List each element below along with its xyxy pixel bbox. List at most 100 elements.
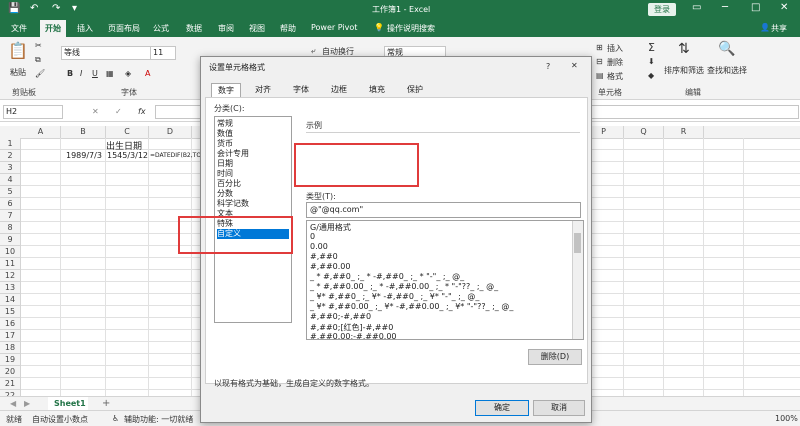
ok-button[interactable]: 确定 xyxy=(475,400,529,416)
underline-button[interactable]: U xyxy=(92,69,98,78)
font-color-icon[interactable]: A xyxy=(145,69,150,78)
delete-cells-button[interactable]: 删除 xyxy=(607,57,623,68)
cut-icon[interactable]: ✂ xyxy=(35,41,42,50)
delete-format-button[interactable]: 删除(D) xyxy=(528,349,582,365)
category-item-time[interactable]: 时间 xyxy=(217,169,289,179)
category-item-date[interactable]: 日期 xyxy=(217,159,289,169)
column-header-d[interactable]: D xyxy=(149,126,192,139)
format-item[interactable]: G/通用格式 xyxy=(310,222,351,233)
cancel-icon[interactable]: ✕ xyxy=(92,107,99,116)
bold-button[interactable]: B xyxy=(67,69,73,78)
login-button[interactable]: 登录 xyxy=(648,3,676,16)
tab-page-layout[interactable]: 页面布局 xyxy=(108,23,140,34)
cell-b2[interactable]: 1989/7/3 xyxy=(66,151,102,160)
format-item[interactable]: #,##0 xyxy=(310,252,338,261)
format-item[interactable]: _ ¥* #,##0_ ;_ ¥* -#,##0_ ;_ ¥* "-"_ ;_ … xyxy=(310,292,479,301)
insert-cells-icon[interactable]: ⊞ xyxy=(596,43,603,52)
column-header-q[interactable]: Q xyxy=(624,126,664,139)
paste-icon[interactable]: 📋 xyxy=(8,41,28,60)
format-code-list[interactable]: G/通用格式 0 0.00 #,##0 #,##0.00 _ * #,##0_ … xyxy=(306,220,584,340)
dialog-tab-protection[interactable]: 保护 xyxy=(401,83,429,97)
tab-power-pivot[interactable]: Power Pivot xyxy=(311,23,357,32)
column-header-b[interactable]: B xyxy=(61,126,106,139)
wrap-text-icon[interactable]: ⤶ xyxy=(311,46,315,56)
cell-d2[interactable]: =DATEDIF(B2,TO xyxy=(150,152,201,159)
maximize-icon[interactable]: □ xyxy=(751,2,760,13)
font-name-box[interactable]: 等线 xyxy=(61,46,151,60)
row-header-12[interactable]: 12 xyxy=(0,270,21,282)
customize-quick-access-icon[interactable]: ▾ xyxy=(72,3,77,14)
row-header-17[interactable]: 17 xyxy=(0,330,21,342)
insert-function-icon[interactable]: fx xyxy=(138,107,146,116)
format-item[interactable]: 0 xyxy=(310,232,315,241)
italic-button[interactable]: I xyxy=(80,69,82,78)
dialog-tab-font[interactable]: 字体 xyxy=(287,83,315,97)
tab-home[interactable]: 开始 xyxy=(45,23,61,34)
row-header-13[interactable]: 13 xyxy=(0,282,21,294)
fill-color-icon[interactable]: ◈ xyxy=(125,69,131,78)
status-accessibility[interactable]: 辅助功能: 一切就绪 xyxy=(124,414,193,425)
dialog-help-button[interactable]: ? xyxy=(546,62,550,71)
row-header-5[interactable]: 5 xyxy=(0,186,21,198)
delete-cells-icon[interactable]: ⊟ xyxy=(596,57,603,66)
format-item[interactable]: _ * #,##0_ ;_ * -#,##0_ ;_ * "-"_ ;_ @_ xyxy=(310,272,464,281)
tab-review[interactable]: 审阅 xyxy=(218,23,234,34)
help-search[interactable]: 操作说明搜索 xyxy=(387,23,435,34)
format-item[interactable]: _ ¥* #,##0.00_ ;_ ¥* -#,##0.00_ ;_ ¥* "-… xyxy=(310,302,513,311)
row-header-3[interactable]: 3 xyxy=(0,162,21,174)
scroll-right-icon[interactable]: ▶ xyxy=(24,399,30,408)
row-header-11[interactable]: 11 xyxy=(0,258,21,270)
clear-icon[interactable]: ◆ xyxy=(648,71,654,80)
save-icon[interactable]: 💾 xyxy=(8,3,20,14)
sheet-tab-label[interactable]: Sheet1 xyxy=(54,399,86,408)
format-cells-icon[interactable]: ▤ xyxy=(596,71,604,80)
accessibility-icon[interactable]: ♿ xyxy=(112,414,119,423)
format-cells-button[interactable]: 格式 xyxy=(607,71,623,82)
zoom-level[interactable]: 100% xyxy=(775,414,798,423)
dialog-tab-number[interactable]: 数字 xyxy=(211,83,241,98)
sort-filter-icon[interactable]: ⇅ xyxy=(678,41,690,57)
tab-formulas[interactable]: 公式 xyxy=(153,23,169,34)
category-item-accounting[interactable]: 会计专用 xyxy=(217,149,289,159)
category-item-general[interactable]: 常规 xyxy=(217,119,289,129)
row-header-4[interactable]: 4 xyxy=(0,174,21,186)
minimize-icon[interactable]: ─ xyxy=(722,2,728,13)
row-header-21[interactable]: 21 xyxy=(0,378,21,390)
column-header-a[interactable]: A xyxy=(21,126,61,139)
cell-c2[interactable]: 1545/3/12 xyxy=(107,151,148,160)
row-header-8[interactable]: 8 xyxy=(0,222,21,234)
tab-view[interactable]: 视图 xyxy=(249,23,265,34)
redo-icon[interactable]: ↷ xyxy=(52,3,60,14)
category-item-currency[interactable]: 货币 xyxy=(217,139,289,149)
dialog-close-button[interactable]: ✕ xyxy=(571,61,578,70)
scroll-left-icon[interactable]: ◀ xyxy=(10,399,16,408)
tab-data[interactable]: 数据 xyxy=(186,23,202,34)
dialog-tab-fill[interactable]: 填充 xyxy=(363,83,391,97)
row-header-14[interactable]: 14 xyxy=(0,294,21,306)
row-header-9[interactable]: 9 xyxy=(0,234,21,246)
row-header-1[interactable]: 1 xyxy=(0,138,21,150)
row-header-19[interactable]: 19 xyxy=(0,354,21,366)
category-item-fraction[interactable]: 分数 xyxy=(217,189,289,199)
close-icon[interactable]: ✕ xyxy=(780,2,788,13)
find-select-icon[interactable]: 🔍 xyxy=(718,41,735,57)
format-item[interactable]: #,##0.00 xyxy=(310,262,350,271)
scrollbar-thumb[interactable] xyxy=(574,233,581,253)
type-input[interactable]: @"@qq.com" xyxy=(306,202,581,218)
autosum-icon[interactable]: Σ xyxy=(648,41,655,54)
borders-icon[interactable]: ▦ xyxy=(106,69,114,78)
tab-help[interactable]: 帮助 xyxy=(280,23,296,34)
insert-cells-button[interactable]: 插入 xyxy=(607,43,623,54)
category-item-number[interactable]: 数值 xyxy=(217,129,289,139)
format-painter-icon[interactable]: 🖌 xyxy=(35,69,45,78)
add-sheet-button[interactable]: + xyxy=(102,398,110,409)
find-select-button[interactable]: 查找和选择 xyxy=(707,65,747,76)
column-header-r[interactable]: R xyxy=(664,126,704,139)
row-header-20[interactable]: 20 xyxy=(0,366,21,378)
row-header-18[interactable]: 18 xyxy=(0,342,21,354)
ribbon-display-icon[interactable]: ▭ xyxy=(692,2,701,13)
format-item[interactable]: #,##0;-#,##0 xyxy=(310,312,371,321)
row-header-15[interactable]: 15 xyxy=(0,306,21,318)
dialog-tab-border[interactable]: 边框 xyxy=(325,83,353,97)
column-header-c[interactable]: C xyxy=(106,126,149,139)
